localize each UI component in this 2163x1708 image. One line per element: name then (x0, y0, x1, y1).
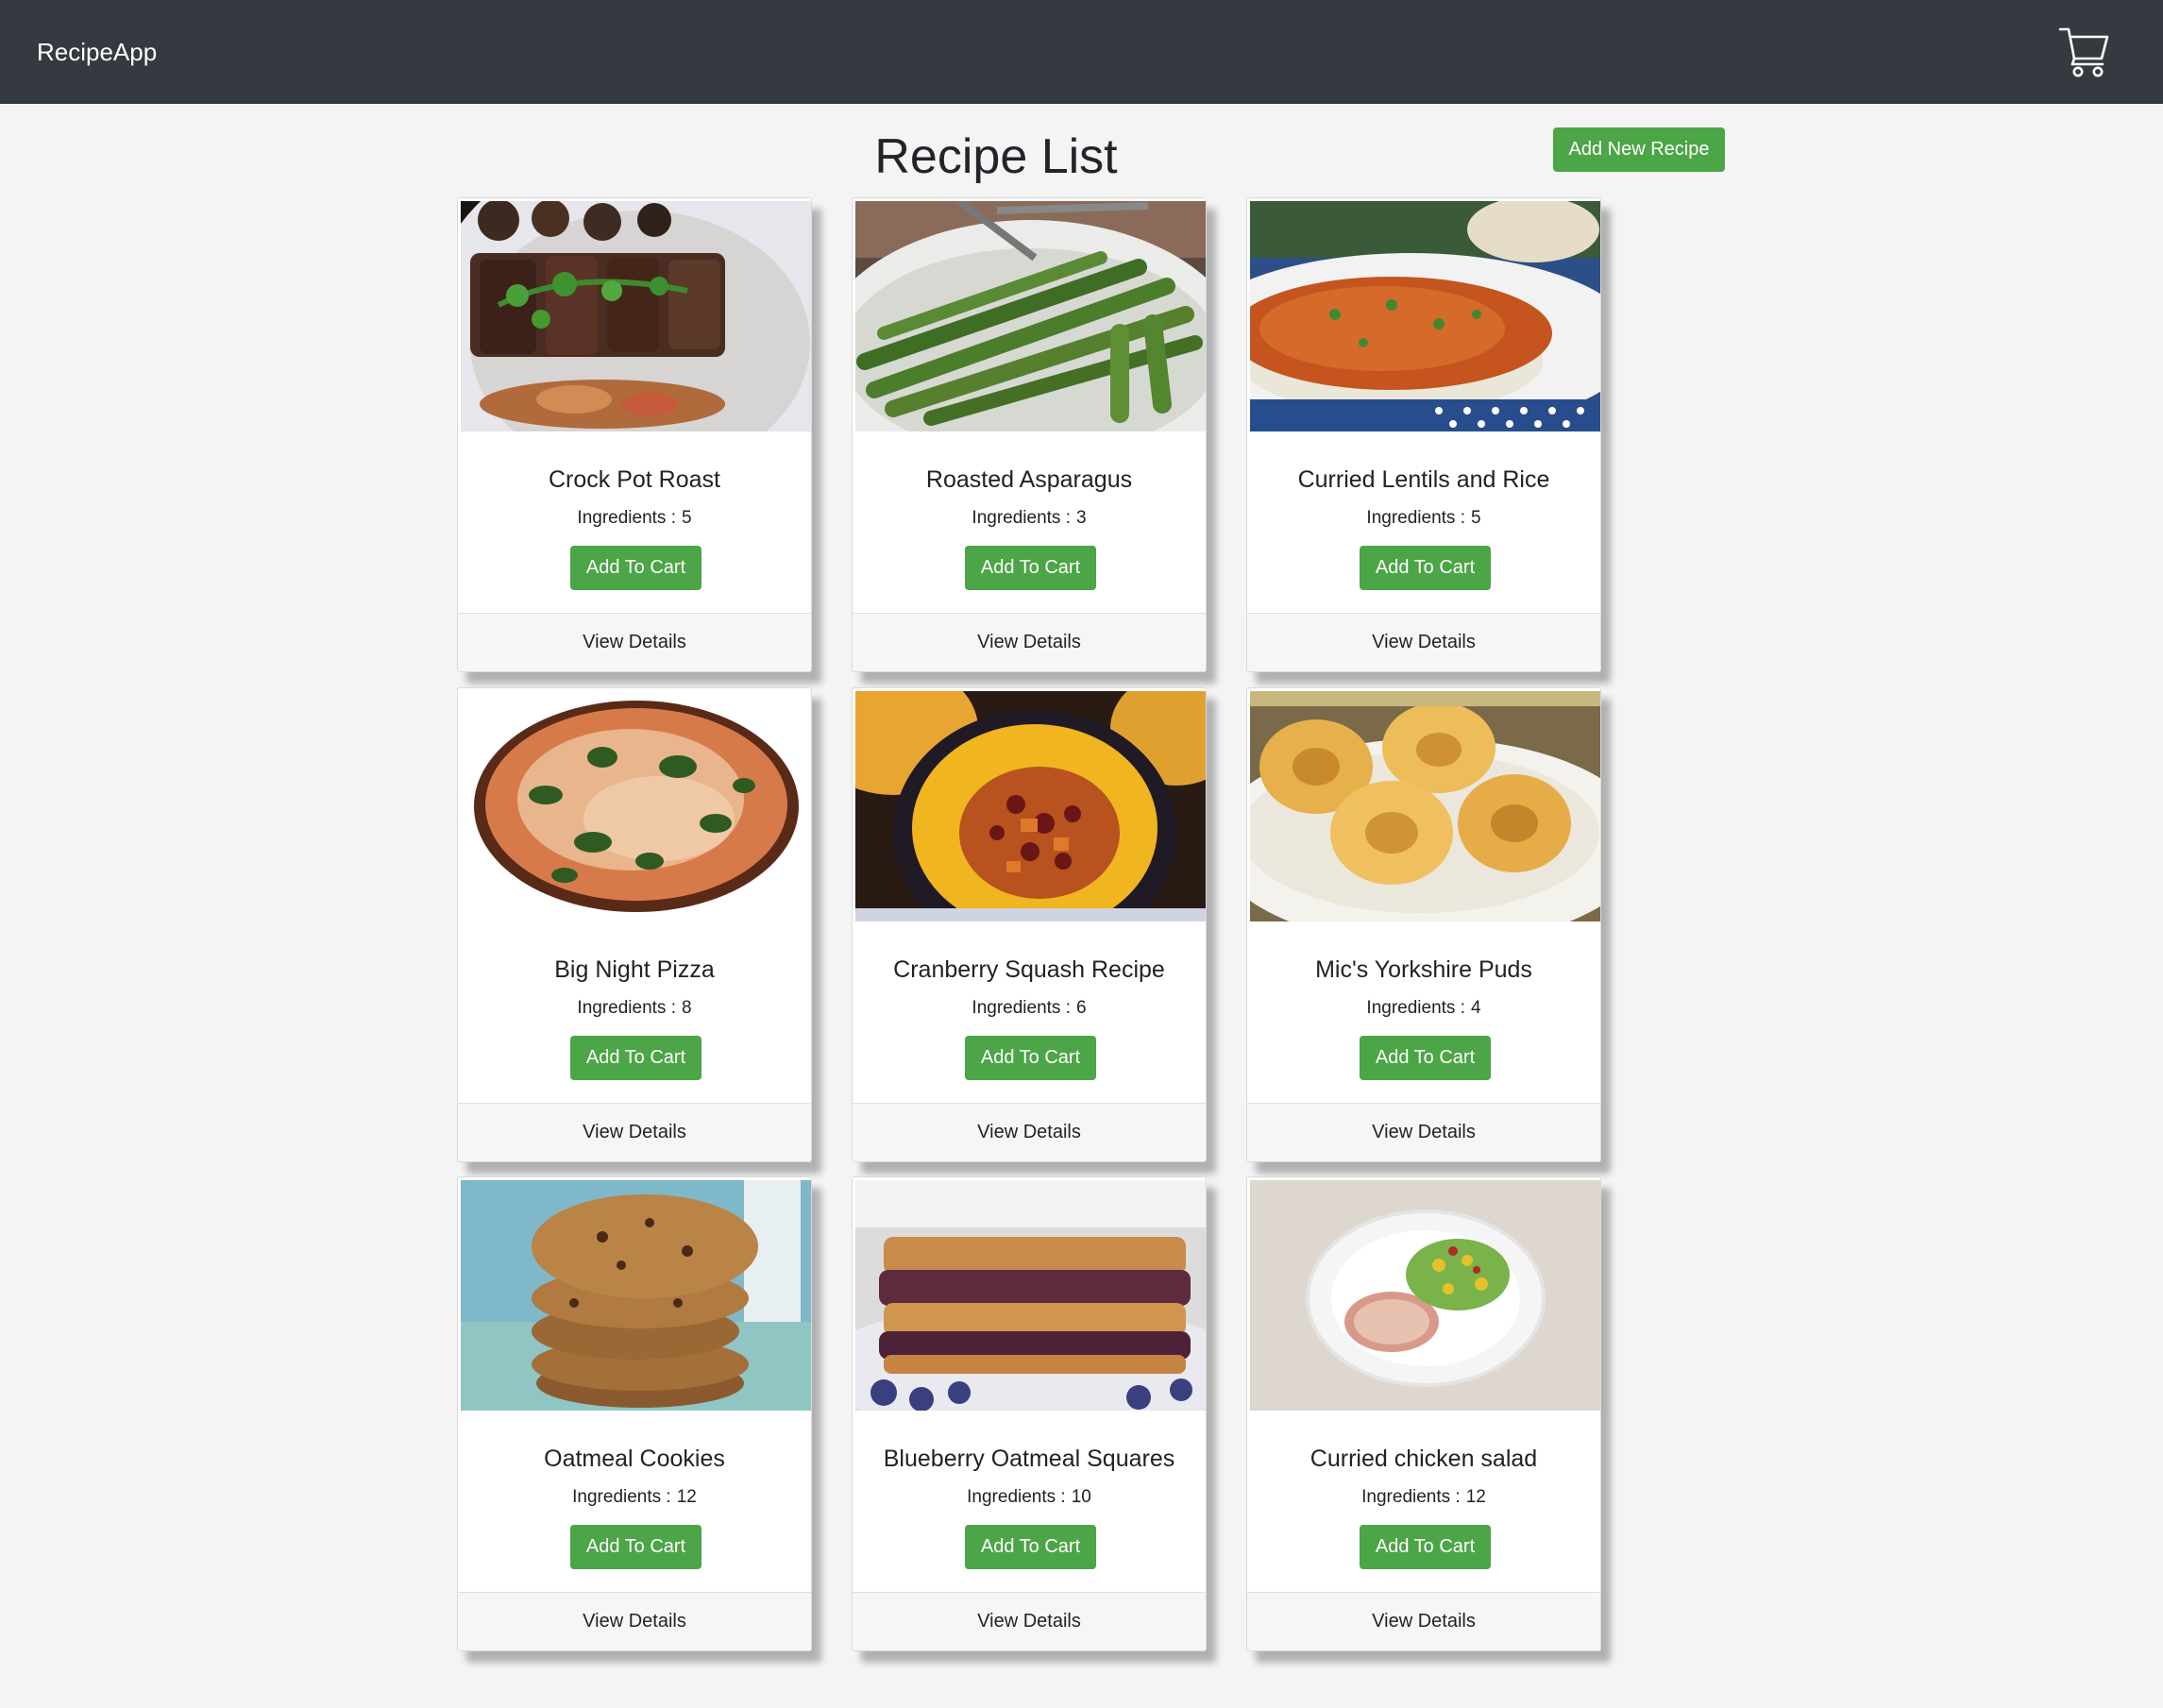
recipe-image[interactable] (461, 691, 811, 922)
recipe-title: Cranberry Squash Recipe (893, 956, 1165, 983)
recipe-title: Curried chicken salad (1310, 1446, 1538, 1472)
view-details-link[interactable]: View Details (1247, 1103, 1600, 1161)
add-to-cart-button[interactable]: Add To Cart (570, 546, 701, 590)
recipe-card: Mic's Yorkshire Puds Ingredients :4 Add … (1246, 687, 1601, 1162)
recipe-card: Curried chicken salad Ingredients :12 Ad… (1246, 1176, 1601, 1651)
ingredients-count: Ingredients :8 (577, 998, 692, 1018)
view-details-link[interactable]: View Details (853, 1103, 1206, 1161)
recipe-image[interactable] (1250, 691, 1600, 922)
add-to-cart-button[interactable]: Add To Cart (570, 1036, 701, 1080)
recipe-title: Crock Pot Roast (548, 466, 720, 493)
view-details-link[interactable]: View Details (853, 1592, 1206, 1650)
ingredients-count: Ingredients :5 (577, 508, 692, 528)
recipe-title: Roasted Asparagus (925, 466, 1133, 493)
brand-link[interactable]: RecipeApp (37, 34, 157, 70)
navbar: RecipeApp (0, 0, 2163, 104)
view-details-link[interactable]: View Details (458, 613, 811, 671)
ingredients-count: Ingredients :12 (572, 1487, 697, 1507)
ingredients-count: Ingredients :10 (967, 1487, 1091, 1507)
recipe-image[interactable] (855, 1180, 1206, 1411)
recipe-image[interactable] (855, 691, 1206, 922)
add-to-cart-button[interactable]: Add To Cart (965, 546, 1096, 590)
recipe-title: Big Night Pizza (554, 956, 715, 983)
add-to-cart-button[interactable]: Add To Cart (570, 1525, 701, 1569)
add-to-cart-button[interactable]: Add To Cart (965, 1036, 1096, 1080)
view-details-link[interactable]: View Details (1247, 1592, 1600, 1650)
ingredients-count: Ingredients :12 (1361, 1487, 1486, 1507)
recipe-title: Blueberry Oatmeal Squares (883, 1446, 1175, 1472)
recipe-card: Roasted Asparagus Ingredients :3 Add To … (852, 197, 1207, 672)
view-details-link[interactable]: View Details (458, 1103, 811, 1161)
ingredients-count: Ingredients :4 (1366, 998, 1481, 1018)
recipe-card: Curried Lentils and Rice Ingredients :5 … (1246, 197, 1601, 672)
add-to-cart-button[interactable]: Add To Cart (1360, 1525, 1491, 1569)
recipe-image[interactable] (1250, 1180, 1600, 1411)
add-new-recipe-button[interactable]: Add New Recipe (1553, 127, 1725, 172)
view-details-link[interactable]: View Details (458, 1592, 811, 1650)
ingredients-count: Ingredients :6 (972, 998, 1087, 1018)
shopping-cart-icon[interactable] (2058, 25, 2109, 77)
view-details-link[interactable]: View Details (853, 613, 1206, 671)
recipe-image[interactable] (1250, 201, 1600, 431)
add-to-cart-button[interactable]: Add To Cart (965, 1525, 1096, 1569)
recipe-card: Oatmeal Cookies Ingredients :12 Add To C… (457, 1176, 812, 1651)
recipe-image[interactable] (461, 1180, 811, 1411)
recipe-title: Oatmeal Cookies (544, 1446, 725, 1472)
ingredients-count: Ingredients :3 (972, 508, 1087, 528)
add-to-cart-button[interactable]: Add To Cart (1360, 1036, 1491, 1080)
recipe-card: Crock Pot Roast Ingredients :5 Add To Ca… (457, 197, 812, 672)
recipe-card: Blueberry Oatmeal Squares Ingredients :1… (852, 1176, 1207, 1651)
recipe-card: Big Night Pizza Ingredients :8 Add To Ca… (457, 687, 812, 1162)
recipe-title: Mic's Yorkshire Puds (1315, 956, 1532, 983)
recipe-title: Curried Lentils and Rice (1297, 466, 1550, 493)
recipe-image[interactable] (461, 201, 811, 431)
recipe-card: Cranberry Squash Recipe Ingredients :6 A… (852, 687, 1207, 1162)
recipe-image[interactable] (855, 201, 1206, 431)
view-details-link[interactable]: View Details (1247, 613, 1600, 671)
ingredients-count: Ingredients :5 (1366, 508, 1481, 528)
add-to-cart-button[interactable]: Add To Cart (1360, 546, 1491, 590)
